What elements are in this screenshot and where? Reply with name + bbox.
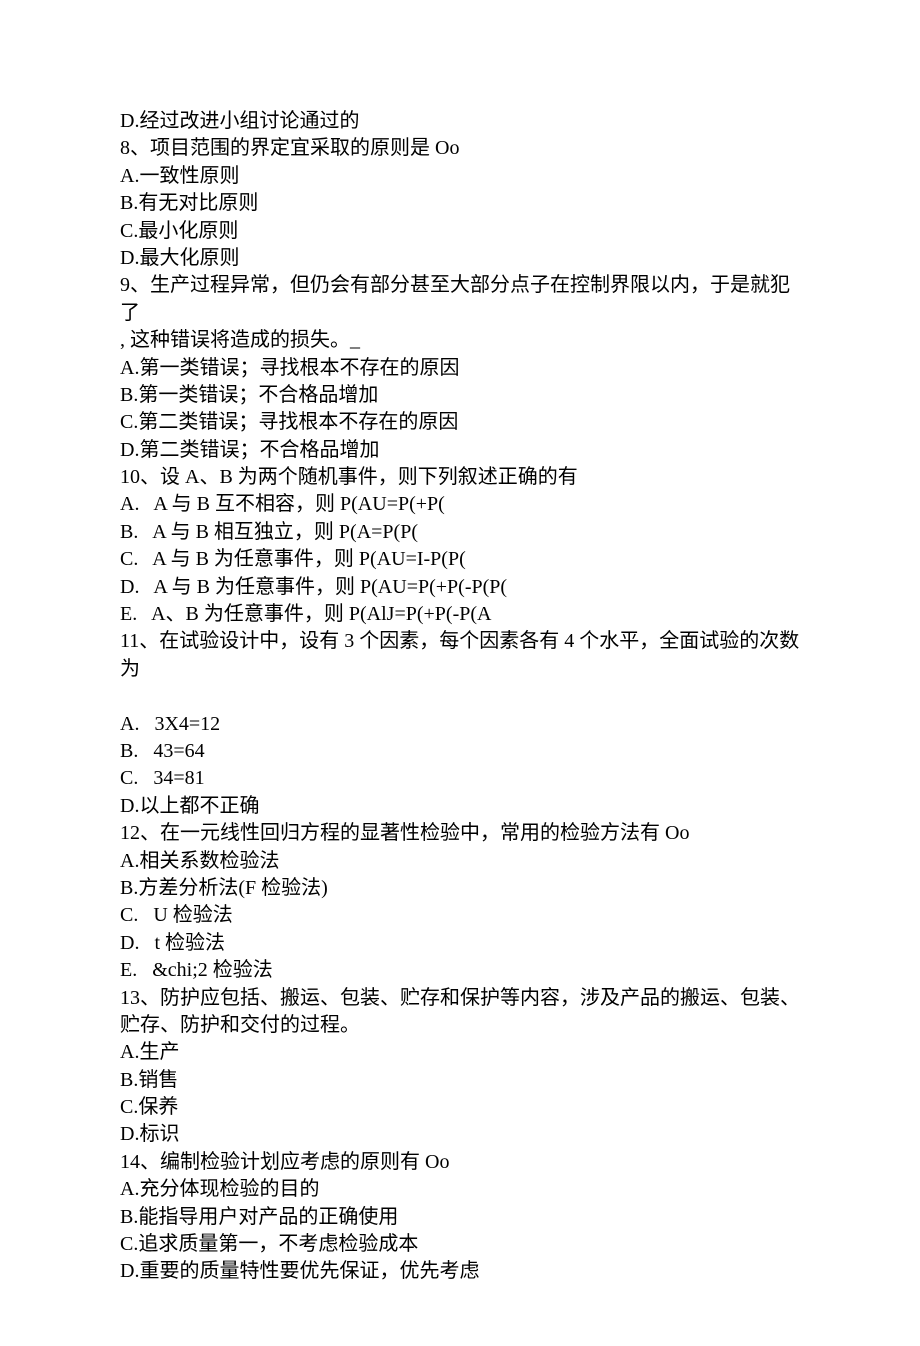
text-line: C. A 与 B 为任意事件，则 P(AU=I-P(P( (120, 546, 800, 573)
text-line: B. 43=64 (120, 738, 800, 765)
text-line: D.重要的质量特性要优先保证，优先考虑 (120, 1258, 800, 1285)
text-line: 10、设 A、B 为两个随机事件，则下列叙述正确的有 (120, 464, 800, 491)
text-line: D.最大化原则 (120, 245, 800, 272)
text-line: C.第二类错误；寻找根本不存在的原因 (120, 409, 800, 436)
text-line: 8、项目范围的界定宜采取的原则是 Oo (120, 135, 800, 162)
text-line: 13、防护应包括、搬运、包装、贮存和保护等内容，涉及产品的搬运、包装、 (120, 985, 800, 1012)
text-line: B.第一类错误；不合格品增加 (120, 382, 800, 409)
text-line: A. 3X4=12 (120, 711, 800, 738)
text-line: A. A 与 B 互不相容，则 P(AU=P(+P( (120, 491, 800, 518)
text-line: 贮存、防护和交付的过程。 (120, 1012, 800, 1039)
text-line: A.生产 (120, 1039, 800, 1066)
text-line: C.最小化原则 (120, 218, 800, 245)
text-line: 11、在试验设计中，设有 3 个因素，每个因素各有 4 个水平，全面试验的次数 (120, 628, 800, 655)
text-line: C. 34=81 (120, 765, 800, 792)
text-line: 9、生产过程异常，但仍会有部分甚至大部分点子在控制界限以内，于是就犯了 (120, 272, 800, 327)
text-line: B.方差分析法(F 检验法) (120, 875, 800, 902)
text-line: C.保养 (120, 1094, 800, 1121)
text-line: D. t 检验法 (120, 930, 800, 957)
text-line: 14、编制检验计划应考虑的原则有 Oo (120, 1149, 800, 1176)
text-line: E. A、B 为任意事件，则 P(AlJ=P(+P(-P(A (120, 601, 800, 628)
text-line: A.一致性原则 (120, 163, 800, 190)
text-line: 为 (120, 656, 800, 683)
text-line: A.充分体现检验的目的 (120, 1176, 800, 1203)
text-line: B. A 与 B 相互独立，则 P(A=P(P( (120, 519, 800, 546)
text-line: B.有无对比原则 (120, 190, 800, 217)
text-line: D. A 与 B 为任意事件，则 P(AU=P(+P(-P(P( (120, 574, 800, 601)
text-line: D.经过改进小组讨论通过的 (120, 108, 800, 135)
text-line: , 这种错误将造成的损失。_ (120, 327, 800, 354)
text-line: B.销售 (120, 1067, 800, 1094)
text-line: C. U 检验法 (120, 902, 800, 929)
text-line: D.第二类错误；不合格品增加 (120, 437, 800, 464)
text-line: C.追求质量第一，不考虑检验成本 (120, 1231, 800, 1258)
text-line: A.第一类错误；寻找根本不存在的原因 (120, 355, 800, 382)
document-page: D.经过改进小组讨论通过的 8、项目范围的界定宜采取的原则是 Oo A.一致性原… (0, 0, 920, 1346)
text-line: D.以上都不正确 (120, 793, 800, 820)
text-line: E. &chi;2 检验法 (120, 957, 800, 984)
text-line: D.标识 (120, 1121, 800, 1148)
text-line (120, 683, 800, 710)
text-line: B.能指导用户对产品的正确使用 (120, 1204, 800, 1231)
text-line: A.相关系数检验法 (120, 848, 800, 875)
text-line: 12、在一元线性回归方程的显著性检验中，常用的检验方法有 Oo (120, 820, 800, 847)
